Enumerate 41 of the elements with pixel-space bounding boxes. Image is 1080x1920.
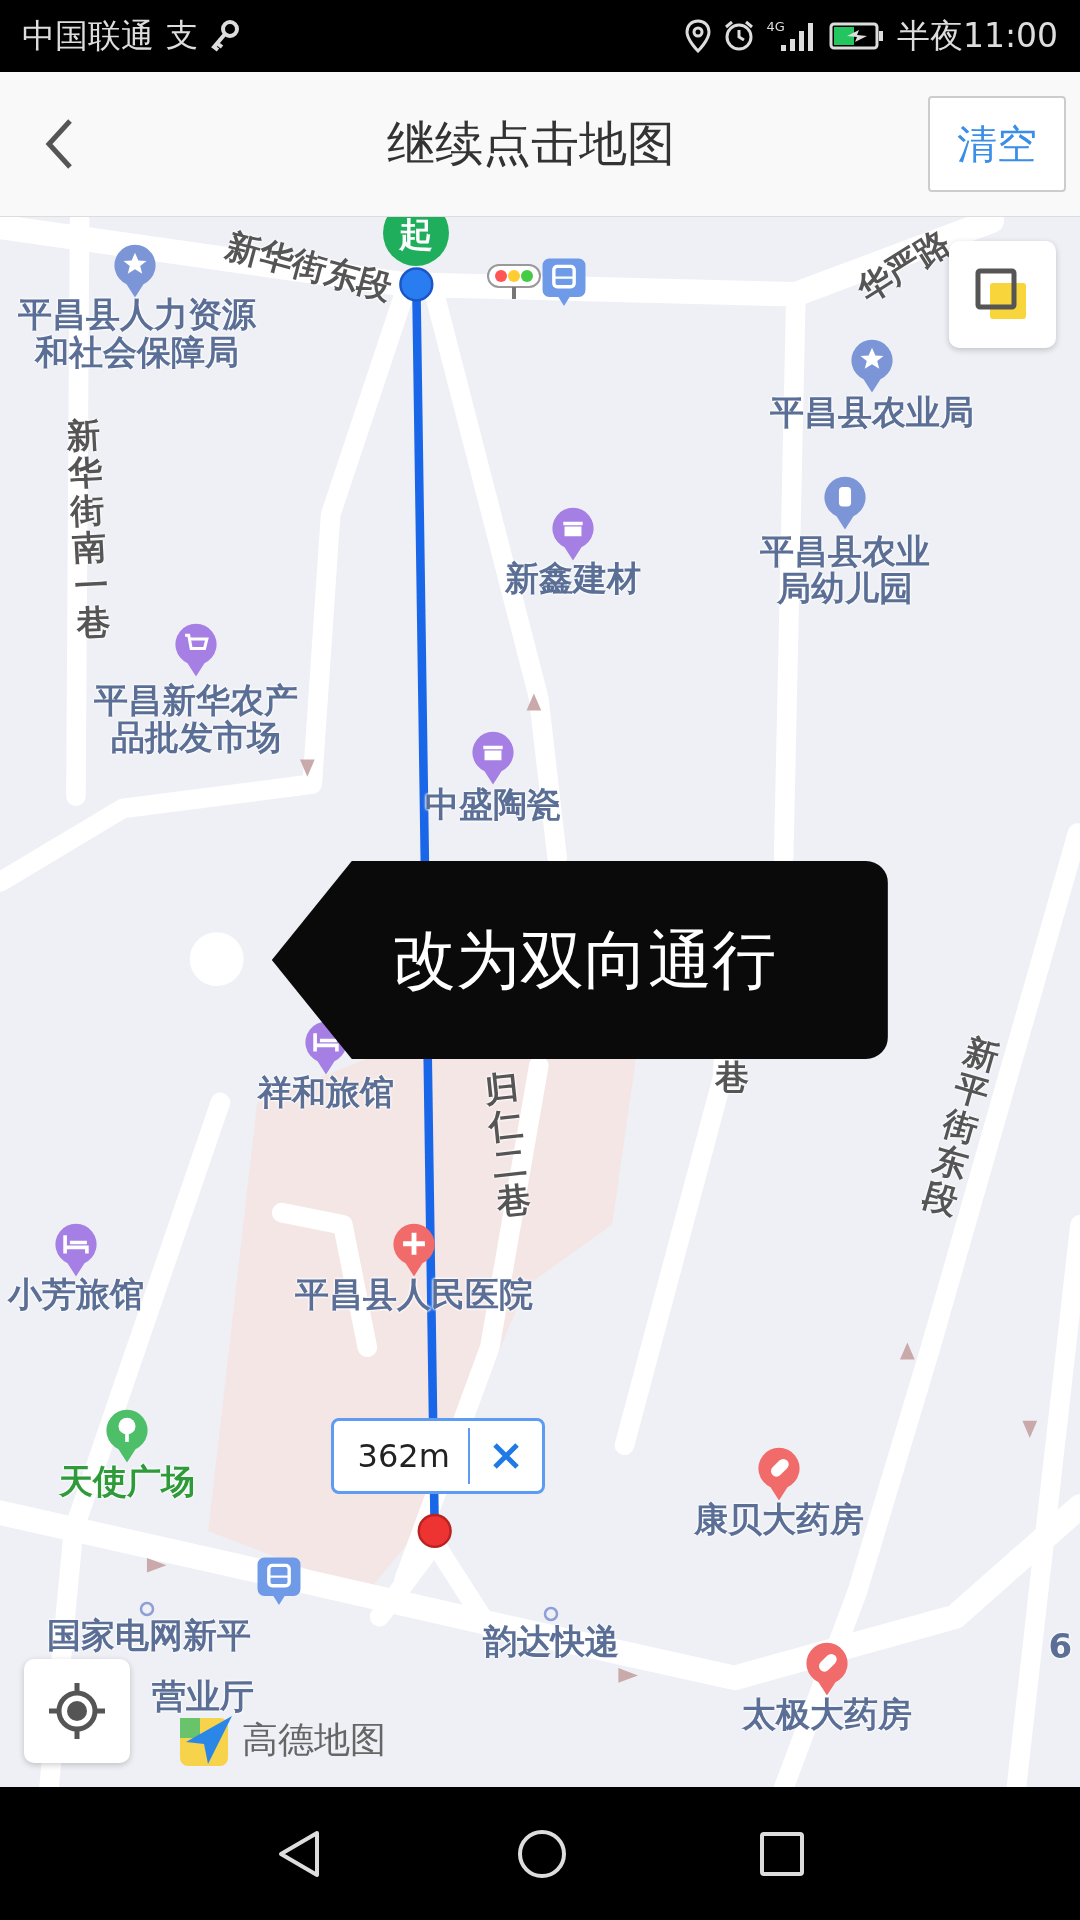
place-label[interactable]: 营业厅 (152, 1678, 255, 1717)
carrier-name: 中国联通 (22, 14, 154, 57)
road-label: 归仁二巷 (483, 1069, 533, 1222)
road-label: 巷 (715, 1059, 750, 1097)
recents-nav-icon[interactable] (758, 1830, 805, 1877)
place-label[interactable]: 小芳旅馆 (7, 1275, 144, 1314)
page-title: 继续点击地图 (386, 114, 676, 173)
alarm-icon (722, 19, 755, 53)
place-label[interactable]: 平昌新华农产品批发市场 (93, 681, 298, 757)
place-label[interactable]: 天使广场 (59, 1463, 196, 1501)
road-label: 新华街南一巷 (65, 416, 111, 643)
route-start-dot (399, 267, 434, 302)
road-label: 华严路 (848, 221, 958, 313)
logo-text: 高德地图 (241, 1717, 386, 1762)
place-label[interactable]: 平昌县农业局 (769, 394, 974, 432)
place-label[interactable]: 祥和旅馆 (257, 1073, 394, 1112)
place-label[interactable]: 康贝大药房 (693, 1501, 864, 1539)
battery-icon (828, 21, 885, 51)
place-label[interactable]: 国家电网新平 (47, 1617, 252, 1655)
notification-icon: 支 (166, 14, 198, 58)
clear-button[interactable]: 清空 (928, 96, 1066, 192)
locate-button[interactable] (24, 1659, 131, 1764)
key-icon (210, 19, 240, 53)
toast-message: 改为双向通行 (271, 861, 888, 1060)
locate-icon (47, 1681, 108, 1742)
back-icon (44, 118, 74, 170)
network-type-label: 4G (766, 19, 785, 34)
distance-label: 362m (333, 1428, 470, 1485)
home-nav-icon[interactable] (516, 1827, 568, 1880)
place-label[interactable]: 平昌县人力资源和社会保障局 (18, 295, 257, 371)
start-marker: 起 (383, 217, 450, 266)
layers-button[interactable] (948, 241, 1056, 349)
place-label[interactable]: 6 (1048, 1628, 1073, 1666)
place-label[interactable]: 平昌县农业局幼儿园 (759, 532, 930, 608)
clock-time: 半夜11:00 (896, 14, 1058, 57)
location-icon (684, 19, 711, 53)
place-label[interactable]: 新鑫建材 (505, 560, 642, 599)
place-label[interactable]: 太极大药房 (741, 1695, 912, 1734)
road-label: 新平街东段 (919, 1032, 1004, 1222)
route-end-dot (417, 1513, 452, 1549)
place-label[interactable]: 韵达快递 (483, 1623, 619, 1661)
